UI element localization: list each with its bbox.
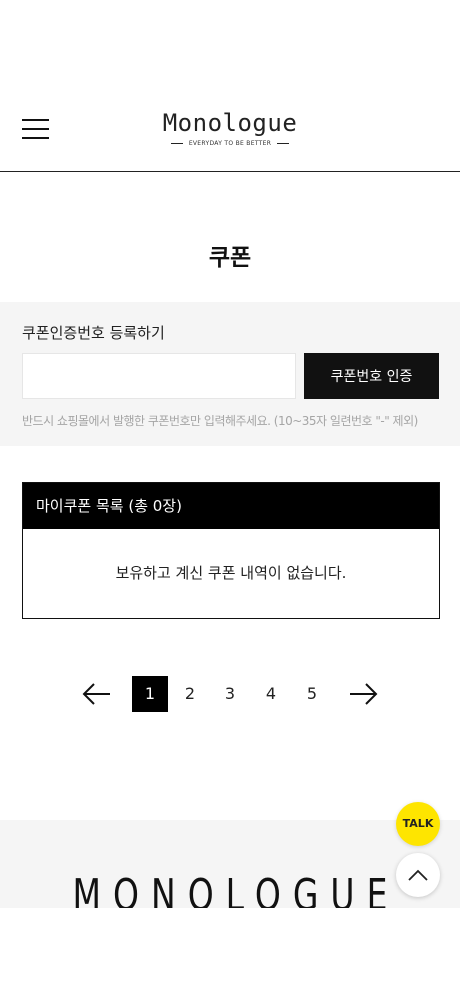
pagination-next-button[interactable] [348, 679, 378, 709]
pagination-page-3[interactable]: 3 [212, 676, 248, 712]
hamburger-icon-line [22, 119, 49, 121]
page-title: 쿠폰 [208, 245, 252, 271]
pagination-page-4[interactable]: 4 [253, 676, 289, 712]
pagination-page-5[interactable]: 5 [294, 676, 330, 712]
pagination-page-1[interactable]: 1 [132, 676, 168, 712]
my-coupon-empty-message: 보유하고 계신 쿠폰 내역이 없습니다. [115, 564, 347, 582]
coupon-register-section: 쿠폰인증번호 등록하기 쿠폰번호 인증 반드시 쇼핑몰에서 발행한 쿠폰번호만 … [0, 302, 460, 446]
coupon-number-input[interactable] [22, 353, 296, 399]
pagination: 1 2 3 4 5 [0, 676, 460, 712]
footer-logo: MONOLOGUE [72, 870, 400, 909]
logo-title: Monologue [162, 109, 298, 137]
pagination-page-2[interactable]: 2 [172, 676, 208, 712]
coupon-verify-button[interactable]: 쿠폰번호 인증 [304, 353, 439, 399]
hamburger-icon-line [22, 137, 49, 139]
hamburger-icon-line [22, 128, 49, 130]
scroll-top-button[interactable] [396, 853, 440, 897]
chevron-up-icon [408, 869, 428, 881]
site-header: Monologue EVERYDAY TO BE BETTER [0, 0, 460, 172]
arrow-right-icon [350, 683, 378, 705]
hamburger-menu-button[interactable] [22, 119, 49, 141]
logo-tagline-row: EVERYDAY TO BE BETTER [130, 140, 330, 147]
pagination-prev-button[interactable] [82, 679, 112, 709]
coupon-register-hint: 반드시 쇼핑몰에서 발행한 쿠폰번호만 입력해주세요. (10~35자 일련번호… [22, 414, 418, 428]
coupon-register-label: 쿠폰인증번호 등록하기 [22, 324, 165, 342]
site-logo[interactable]: Monologue EVERYDAY TO BE BETTER [130, 108, 330, 147]
tagline-dash-left [170, 143, 183, 144]
arrow-left-icon [82, 683, 110, 705]
site-footer: MONOLOGUE [0, 820, 460, 908]
kakao-talk-button[interactable]: TALK [396, 802, 440, 846]
tagline-dash-right [277, 143, 290, 144]
my-coupon-list: 마이쿠폰 목록 (총 0장) 보유하고 계신 쿠폰 내역이 없습니다. [22, 482, 440, 619]
my-coupon-list-header: 마이쿠폰 목록 (총 0장) [23, 483, 439, 529]
logo-tagline: EVERYDAY TO BE BETTER [188, 140, 272, 147]
